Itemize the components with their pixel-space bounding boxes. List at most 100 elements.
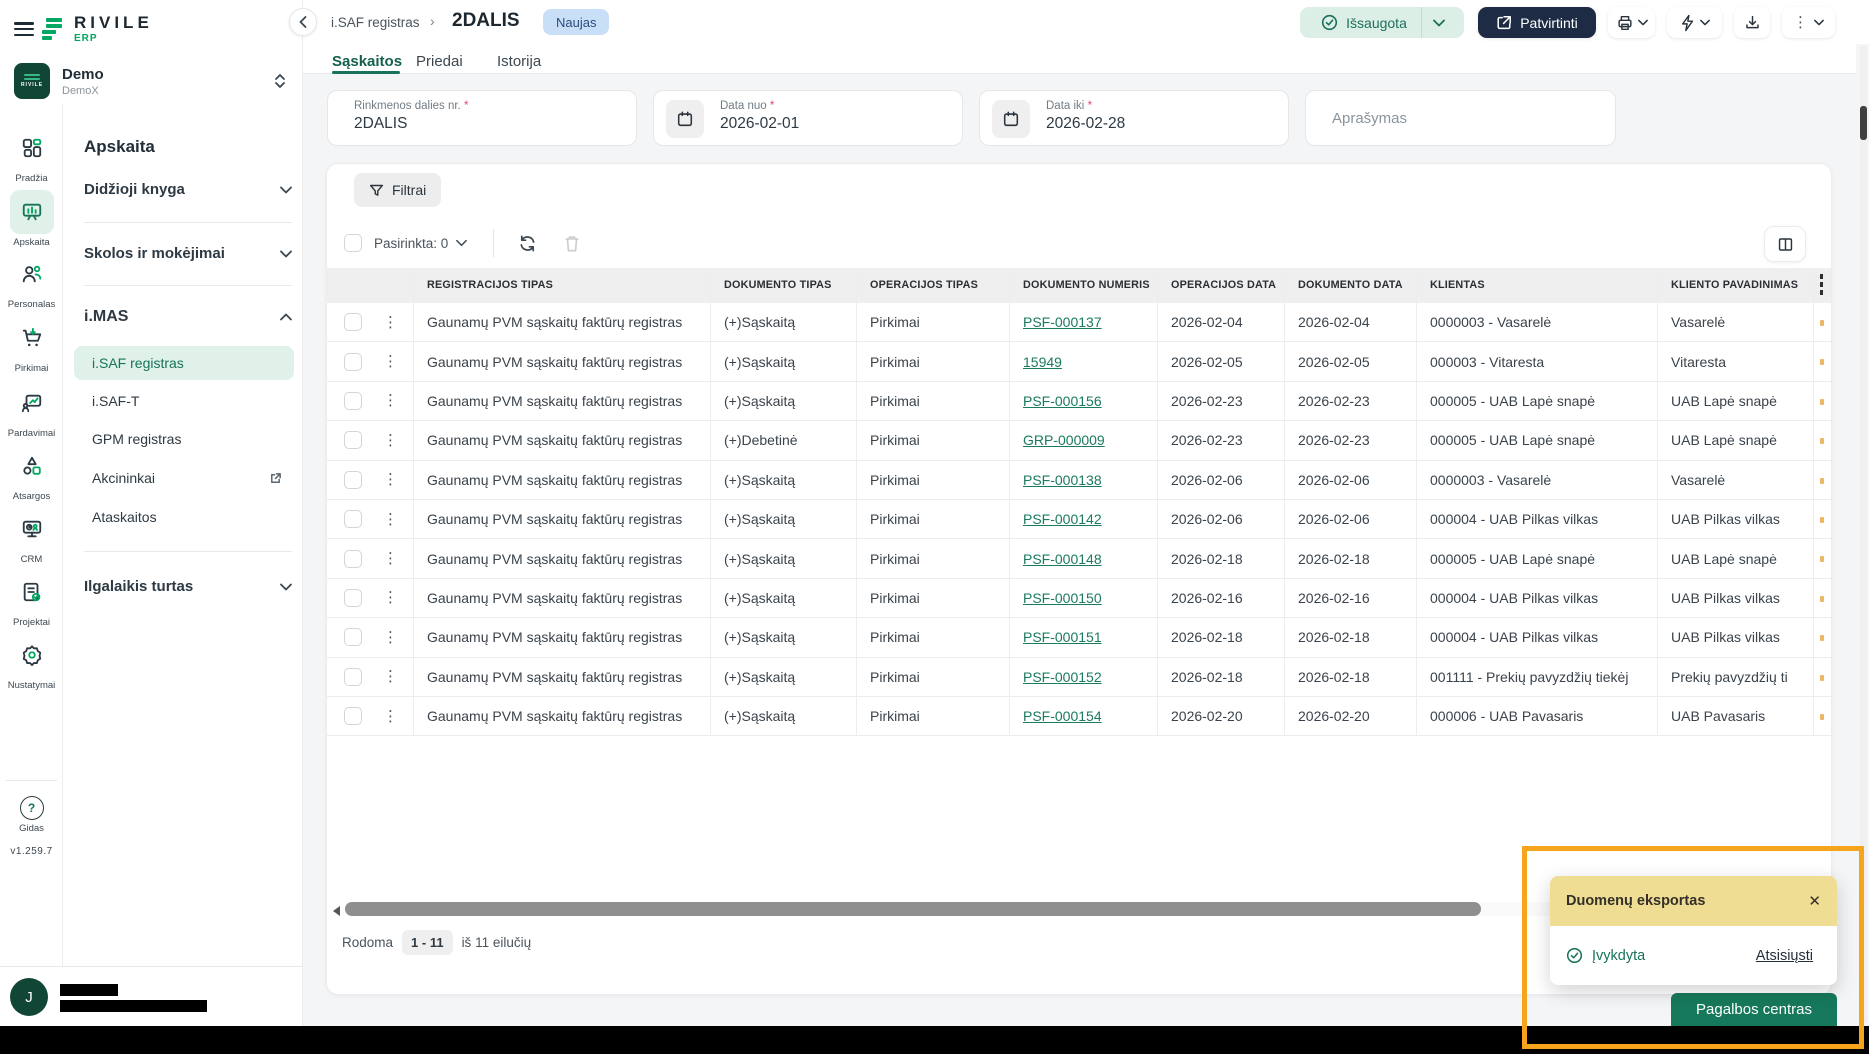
row-checkbox[interactable] — [344, 313, 362, 331]
table-row[interactable]: ⋮Gaunamų PVM sąskaitų faktūrų registras(… — [327, 579, 1831, 618]
table-row[interactable]: ⋮Gaunamų PVM sąskaitų faktūrų registras(… — [327, 618, 1831, 657]
row-kebab-icon[interactable]: ⋮ — [383, 354, 398, 369]
column-header-operacijos-tipas[interactable]: OPERACIJOS TIPAS — [856, 268, 1009, 303]
column-header-dokumento-tipas[interactable]: DOKUMENTO TIPAS — [710, 268, 856, 303]
refresh-icon[interactable] — [518, 234, 537, 253]
table-row[interactable]: ⋮Gaunamų PVM sąskaitų faktūrų registras(… — [327, 303, 1831, 342]
table-row[interactable]: ⋮Gaunamų PVM sąskaitų faktūrų registras(… — [327, 500, 1831, 539]
document-number-link[interactable]: PSF-000137 — [1023, 314, 1102, 330]
sidebar-item-akcininkai[interactable]: Akcininkai — [92, 470, 292, 486]
rail-item-projektai[interactable]: Projektai — [0, 570, 63, 628]
calendar-icon[interactable] — [666, 100, 704, 138]
rail-item-pardavimai[interactable]: Pardavimai — [0, 381, 63, 439]
document-number-link[interactable]: PSF-000138 — [1023, 472, 1102, 488]
field-rinkmenos-dalies-nr[interactable]: Rinkmenos dalies nr. * 2DALIS — [327, 90, 637, 146]
row-checkbox[interactable] — [344, 707, 362, 725]
row-kebab-icon[interactable]: ⋮ — [383, 551, 398, 566]
sidebar-group-didzioji-knyga[interactable]: Didžioji knyga — [84, 181, 292, 198]
tab-priedai[interactable]: Priedai — [416, 53, 463, 70]
column-header-klientas[interactable]: KLIENTAS — [1416, 268, 1657, 303]
vertical-scrollbar-thumb[interactable] — [1860, 106, 1867, 140]
sidebar-group-skolos[interactable]: Skolos ir mokėjimai — [84, 245, 292, 262]
row-kebab-icon[interactable]: ⋮ — [383, 433, 398, 448]
document-number-link[interactable]: GRP-000009 — [1023, 432, 1105, 448]
row-kebab-icon[interactable]: ⋮ — [383, 315, 398, 330]
more-options-button[interactable]: ⋮ — [1782, 7, 1835, 38]
column-header-kliento-pavadinimas[interactable]: KLIENTO PAVADINIMAS — [1657, 268, 1813, 303]
rail-item-atsargos[interactable]: Atsargos — [0, 444, 63, 502]
table-row[interactable]: ⋮Gaunamų PVM sąskaitų faktūrų registras(… — [327, 658, 1831, 697]
calendar-icon[interactable] — [992, 100, 1030, 138]
sidebar-group-imas[interactable]: i.MAS — [84, 308, 292, 326]
document-number-link[interactable]: PSF-000156 — [1023, 393, 1102, 409]
hscroll-left-arrow[interactable] — [333, 906, 340, 916]
row-checkbox[interactable] — [344, 431, 362, 449]
row-kebab-icon[interactable]: ⋮ — [383, 709, 398, 724]
table-row[interactable]: ⋮Gaunamų PVM sąskaitų faktūrų registras(… — [327, 697, 1831, 736]
print-button[interactable] — [1608, 7, 1655, 38]
column-header-dokumento-data[interactable]: DOKUMENTO DATA — [1284, 268, 1416, 303]
rail-item-pirkimai[interactable]: Pirkimai — [0, 316, 63, 374]
column-header-registracijos-tipas[interactable]: REGISTRACIJOS TIPAS — [413, 268, 710, 303]
unfold-chevrons-icon[interactable] — [274, 73, 286, 89]
avatar[interactable]: J — [10, 978, 48, 1016]
row-checkbox[interactable] — [344, 668, 362, 686]
download-button[interactable] — [1734, 7, 1770, 38]
saved-status-caret[interactable] — [1421, 7, 1457, 38]
rail-item-apskaita[interactable]: Apskaita — [0, 190, 63, 248]
rail-item-gidas[interactable]: ? Gidas — [0, 796, 63, 834]
filters-button[interactable]: Filtrai — [354, 173, 441, 207]
field-aprasymas[interactable]: Aprašymas — [1305, 90, 1616, 146]
row-checkbox[interactable] — [344, 353, 362, 371]
back-button[interactable] — [289, 8, 317, 36]
row-kebab-icon[interactable]: ⋮ — [383, 393, 398, 408]
table-row[interactable]: ⋮Gaunamų PVM sąskaitų faktūrų registras(… — [327, 421, 1831, 460]
document-number-link[interactable]: PSF-000154 — [1023, 708, 1102, 724]
rail-item-personalas[interactable]: Personalas — [0, 252, 63, 310]
quick-actions-button[interactable] — [1667, 7, 1722, 38]
row-checkbox[interactable] — [344, 628, 362, 646]
document-number-link[interactable]: 15949 — [1023, 354, 1062, 370]
pagination-range[interactable]: 1 - 11 — [402, 930, 453, 955]
table-row[interactable]: ⋮Gaunamų PVM sąskaitų faktūrų registras(… — [327, 382, 1831, 421]
row-checkbox[interactable] — [344, 589, 362, 607]
tab-saskaitos[interactable]: Sąskaitos — [332, 53, 402, 70]
document-number-link[interactable]: PSF-000148 — [1023, 551, 1102, 567]
row-kebab-icon[interactable]: ⋮ — [383, 630, 398, 645]
table-row[interactable]: ⋮Gaunamų PVM sąskaitų faktūrų registras(… — [327, 539, 1831, 578]
table-row[interactable]: ⋮Gaunamų PVM sąskaitų faktūrų registras(… — [327, 461, 1831, 500]
tab-istorija[interactable]: Istorija — [497, 53, 541, 70]
row-kebab-icon[interactable]: ⋮ — [383, 512, 398, 527]
table-row[interactable]: ⋮Gaunamų PVM sąskaitų faktūrų registras(… — [327, 342, 1831, 381]
workspace-selector[interactable]: RIVILE Demo DemoX — [14, 62, 292, 100]
row-kebab-icon[interactable]: ⋮ — [383, 472, 398, 487]
document-number-link[interactable]: PSF-000150 — [1023, 590, 1102, 606]
column-header-dokumento-numeris[interactable]: DOKUMENTO NUMERIS — [1009, 268, 1157, 303]
chevron-down-icon[interactable] — [456, 239, 467, 247]
saved-status-split-button[interactable]: Išsaugota — [1300, 7, 1464, 38]
row-checkbox[interactable] — [344, 550, 362, 568]
breadcrumb-parent[interactable]: i.SAF registras — [331, 15, 420, 30]
document-number-link[interactable]: PSF-000152 — [1023, 669, 1102, 685]
horizontal-scrollbar-thumb[interactable] — [345, 902, 1481, 916]
rail-item-crm[interactable]: CRM — [0, 507, 63, 565]
row-checkbox[interactable] — [344, 392, 362, 410]
row-kebab-icon[interactable]: ⋮ — [383, 669, 398, 684]
row-checkbox[interactable] — [344, 471, 362, 489]
sidebar-item-isaf-t[interactable]: i.SAF-T — [92, 393, 292, 409]
field-data-nuo[interactable]: Data nuo * 2026-02-01 — [653, 90, 963, 146]
document-number-link[interactable]: PSF-000142 — [1023, 511, 1102, 527]
document-number-link[interactable]: PSF-000151 — [1023, 629, 1102, 645]
saved-status-main[interactable]: Išsaugota — [1307, 7, 1421, 38]
select-all-checkbox[interactable] — [344, 234, 362, 252]
row-checkbox[interactable] — [344, 510, 362, 528]
sidebar-item-ataskaitos[interactable]: Ataskaitos — [92, 509, 292, 525]
row-kebab-icon[interactable]: ⋮ — [383, 590, 398, 605]
sidebar-group-ilgalaikis[interactable]: Ilgalaikis turtas — [84, 578, 292, 595]
column-settings-button[interactable] — [1764, 226, 1806, 262]
column-header-operacijos-data[interactable]: OPERACIJOS DATA — [1157, 268, 1284, 303]
sidebar-item-gpm-registras[interactable]: GPM registras — [92, 431, 292, 447]
hamburger-menu-icon[interactable] — [14, 22, 34, 36]
confirm-button[interactable]: Patvirtinti — [1478, 7, 1596, 38]
sidebar-item-isaf-registras[interactable]: i.SAF registras — [74, 346, 294, 380]
